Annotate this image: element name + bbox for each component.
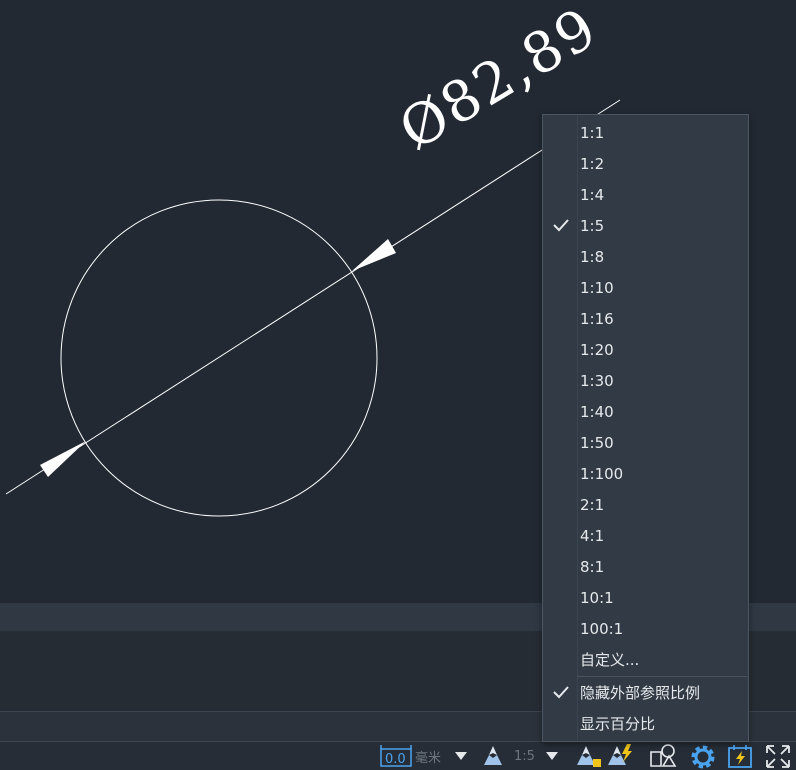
scale-menu-item[interactable]: 1:16 [543,303,748,334]
annotation-scale-icon [484,746,502,765]
workspace-button[interactable] [648,742,678,770]
chevron-down-icon [546,752,558,760]
units-icon: 0.0 [380,745,412,767]
option-label: 显示百分比 [580,715,656,733]
scale-menu-item[interactable]: 1:8 [543,241,748,272]
hardware-acceleration-button[interactable] [727,742,755,770]
scale-menu-item[interactable]: 1:1 [543,117,748,148]
chevron-down-icon [455,752,467,760]
scale-menu-item-label: 1:50 [580,433,614,452]
fullscreen-button[interactable] [764,742,792,770]
scale-menu-item-label: 1:5 [580,216,605,235]
scale-menu-item[interactable]: 1:20 [543,334,748,365]
annotation-visibility-icon [577,746,601,767]
scale-menu-item-label: 1:30 [580,371,614,390]
scale-menu-item-label: 1:8 [580,247,605,266]
scale-menu-item[interactable]: 4:1 [543,520,748,551]
scale-menu-item-label: 4:1 [580,526,605,545]
scale-menu-item-label: 1:40 [580,402,614,421]
scale-label: 1:5 [514,748,535,764]
show-percentage-option[interactable]: 显示百分比 [543,708,748,739]
circle-entity[interactable] [60,199,378,517]
scale-menu-item[interactable]: 100:1 [543,613,748,644]
scale-menu-item[interactable]: 1:2 [543,148,748,179]
checkmark-icon [553,686,569,699]
auto-scale-icon [608,744,632,765]
scale-menu-item-label: 自定义... [580,651,640,669]
units-dropdown-button[interactable] [455,742,467,770]
scale-dropdown-button[interactable] [546,742,558,770]
scale-menu-item[interactable]: 1:100 [543,458,748,489]
scale-menu-item-label: 8:1 [580,557,605,576]
scale-menu-item-label: 1:100 [580,464,624,483]
scale-menu-item-label: 1:2 [580,154,605,173]
annotation-scale-button[interactable]: 1:5 [480,742,535,770]
dimension-arrow-right [352,239,396,271]
scale-menu-item-selected[interactable]: 1:5 [543,210,748,241]
scale-menu-item-label: 2:1 [580,495,605,514]
scale-menu-item[interactable]: 1:30 [543,365,748,396]
fullscreen-icon [766,745,790,768]
scale-menu-item[interactable]: 8:1 [543,551,748,582]
scale-menu-item[interactable]: 1:50 [543,427,748,458]
scale-menu-item-label: 1:4 [580,185,605,204]
scale-menu-item-label: 1:1 [580,123,605,142]
custom-scale-menu-item[interactable]: 自定义... [543,644,748,675]
option-label: 隐藏外部参照比例 [580,684,701,702]
hardware-acceleration-icon [728,745,752,768]
svg-text:0.0: 0.0 [385,752,406,767]
units-label: 毫米 [415,750,442,766]
scale-menu-item[interactable]: 1:10 [543,272,748,303]
scale-menu-item[interactable]: 10:1 [543,582,748,613]
scale-menu-item[interactable]: 1:4 [543,179,748,210]
dimension-arrow-left [40,441,86,477]
settings-gear-icon [691,745,715,769]
settings-button[interactable] [688,742,718,770]
workspace-icon [650,744,677,767]
scale-menu-item-label: 10:1 [580,588,614,607]
scale-menu-item-label: 100:1 [580,619,624,638]
scale-menu-item[interactable]: 2:1 [543,489,748,520]
hide-xref-scales-option[interactable]: 隐藏外部参照比例 [543,677,748,708]
annotation-visibility-button[interactable] [576,742,602,770]
scale-menu-item-label: 1:10 [580,278,614,297]
auto-scale-button[interactable] [607,742,635,770]
annotation-scale-menu: 1:1 1:2 1:4 1:5 1:8 1:10 1:16 1:20 1:30 … [542,114,749,742]
units-button[interactable]: 0.0 毫米 [380,742,441,770]
dimension-line[interactable] [5,99,621,495]
status-bar: 0.0 毫米 1:5 [0,741,796,770]
scale-menu-item[interactable]: 1:40 [543,396,748,427]
checkmark-icon [553,219,569,232]
scale-menu-item-label: 1:16 [580,309,614,328]
scale-menu-item-label: 1:20 [580,340,614,359]
